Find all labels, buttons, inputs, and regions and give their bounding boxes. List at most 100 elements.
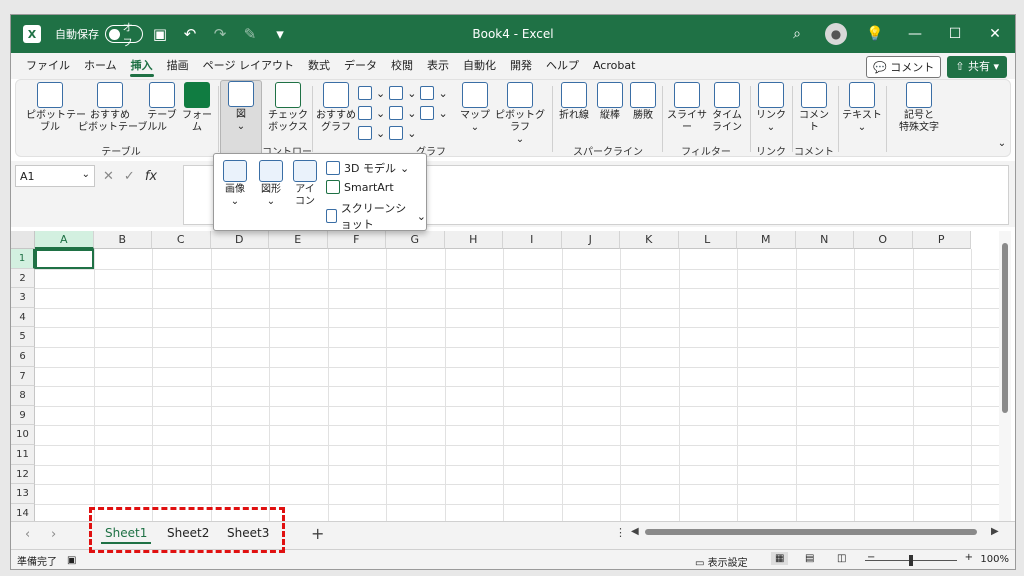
column-header[interactable]: C bbox=[152, 231, 211, 249]
link-button[interactable]: リンク ⌄ bbox=[754, 82, 788, 134]
chart-type-buttons-3[interactable]: ⌄ ⌄ bbox=[358, 126, 416, 140]
enter-icon[interactable]: ✓ bbox=[124, 169, 135, 184]
tab-11[interactable]: ヘルプ bbox=[539, 53, 586, 79]
scrollbar-thumb[interactable] bbox=[1002, 243, 1008, 413]
add-sheet-icon[interactable]: + bbox=[311, 524, 324, 543]
horizontal-scrollbar-thumb[interactable] bbox=[645, 529, 977, 535]
table-button[interactable]: テーブル bbox=[144, 82, 180, 134]
shapes-button[interactable]: 図形 ⌄ bbox=[256, 160, 286, 208]
recommended-pivot-button[interactable]: おすすめ ピボットテーブル bbox=[78, 82, 157, 134]
row-header[interactable]: 8 bbox=[11, 386, 35, 406]
chart-type-buttons[interactable]: ⌄ ⌄ ⌄ bbox=[358, 86, 448, 100]
tab-1[interactable]: ホーム bbox=[77, 53, 124, 79]
column-header[interactable]: O bbox=[854, 231, 913, 249]
tab-0[interactable]: ファイル bbox=[19, 53, 77, 79]
column-header[interactable]: P bbox=[912, 231, 971, 249]
column-header[interactable]: E bbox=[269, 231, 328, 249]
zoom-out-icon[interactable]: − bbox=[867, 552, 875, 563]
save-icon[interactable]: ▣ bbox=[147, 21, 173, 47]
image-button[interactable]: 画像 ⌄ bbox=[220, 160, 250, 208]
select-all-corner[interactable] bbox=[11, 231, 35, 249]
forms-button[interactable]: フォー ム bbox=[180, 82, 214, 134]
macro-record-icon[interactable]: ▣ bbox=[67, 555, 76, 566]
row-header[interactable]: 9 bbox=[11, 405, 35, 426]
column-header[interactable]: H bbox=[444, 231, 503, 249]
column-header[interactable]: M bbox=[737, 231, 796, 249]
tab-4[interactable]: ページ レイアウト bbox=[196, 53, 301, 79]
slicer-button[interactable]: スライサー bbox=[666, 82, 708, 134]
prev-sheet-icon[interactable]: ‹ bbox=[25, 527, 30, 542]
column-header[interactable]: K bbox=[620, 231, 679, 249]
pivot-table-button[interactable]: ピボットテー ブル bbox=[26, 82, 86, 134]
selected-cell[interactable] bbox=[35, 249, 94, 269]
zoom-slider-knob[interactable] bbox=[909, 555, 913, 566]
minimize-button[interactable]: — bbox=[895, 15, 935, 53]
checkbox-button[interactable]: チェック ボックス bbox=[266, 82, 310, 134]
row-header[interactable]: 7 bbox=[11, 366, 35, 387]
zoom-in-icon[interactable]: + bbox=[965, 552, 973, 563]
column-header[interactable]: N bbox=[795, 231, 854, 249]
avatar[interactable]: ● bbox=[825, 23, 847, 45]
column-header[interactable]: A bbox=[35, 231, 94, 249]
tab-7[interactable]: 校閲 bbox=[384, 53, 420, 79]
redo-icon[interactable]: ↷ bbox=[207, 21, 233, 47]
tab-6[interactable]: データ bbox=[337, 53, 384, 79]
zoom-level[interactable]: 100% bbox=[980, 554, 1009, 565]
next-sheet-icon[interactable]: › bbox=[51, 527, 56, 542]
tab-9[interactable]: 自動化 bbox=[456, 53, 503, 79]
3d-model-button[interactable]: 3D モデル ⌄ bbox=[326, 160, 409, 176]
row-header[interactable]: 4 bbox=[11, 307, 35, 328]
column-header[interactable]: G bbox=[386, 231, 445, 249]
row-header[interactable]: 11 bbox=[11, 445, 35, 465]
row-header[interactable]: 10 bbox=[11, 425, 35, 445]
comment-insert-button[interactable]: コメント bbox=[796, 82, 832, 134]
column-header[interactable]: I bbox=[503, 231, 562, 249]
tab-3[interactable]: 描画 bbox=[160, 53, 196, 79]
column-header[interactable]: B bbox=[93, 231, 152, 249]
row-header[interactable]: 1 bbox=[11, 249, 35, 269]
more-options-icon[interactable]: ⋮ bbox=[615, 526, 626, 539]
sparkline-winloss-button[interactable]: 勝敗 bbox=[628, 82, 658, 122]
comment-button[interactable]: 💬 コメント bbox=[866, 56, 942, 78]
column-header[interactable]: D bbox=[210, 231, 269, 249]
recommended-charts-button[interactable]: おすすめ グラフ bbox=[316, 82, 356, 134]
search-icon[interactable]: ⌕ bbox=[777, 15, 817, 53]
display-settings-button[interactable]: ▭ 表示設定 bbox=[695, 554, 748, 569]
page-break-view-icon[interactable]: ◫ bbox=[837, 553, 846, 564]
smartart-button[interactable]: SmartArt bbox=[326, 180, 394, 194]
column-header[interactable]: L bbox=[678, 231, 737, 249]
share-button[interactable]: ⇧ 共有 ▾ bbox=[947, 56, 1007, 78]
row-header[interactable]: 3 bbox=[11, 288, 35, 308]
column-header[interactable]: F bbox=[327, 231, 386, 249]
lightbulb-icon[interactable]: 💡 bbox=[855, 15, 895, 53]
row-header[interactable]: 14 bbox=[11, 503, 35, 521]
icons-button[interactable]: アイ コン bbox=[290, 160, 320, 208]
spreadsheet-grid[interactable]: A B C D E F G H I J K L M N O P 1 2 3 4 5 6 7 8 9 10 11 12 13 14 bbox=[11, 231, 1001, 521]
vertical-scrollbar[interactable] bbox=[999, 231, 1011, 521]
format-painter-icon[interactable]: ✎ bbox=[237, 21, 263, 47]
pivot-chart-button[interactable]: ピボットグラフ ⌄ bbox=[492, 82, 548, 146]
page-layout-view-icon[interactable]: ▤ bbox=[805, 553, 814, 564]
sparkline-column-button[interactable]: 縦棒 bbox=[594, 82, 626, 122]
tab-8[interactable]: 表示 bbox=[420, 53, 456, 79]
tab-10[interactable]: 開発 bbox=[503, 53, 539, 79]
close-button[interactable]: ✕ bbox=[975, 15, 1015, 53]
maximize-button[interactable]: ☐ bbox=[935, 15, 975, 53]
row-header[interactable]: 2 bbox=[11, 268, 35, 289]
cancel-icon[interactable]: ✕ bbox=[103, 169, 114, 184]
row-header[interactable]: 5 bbox=[11, 327, 35, 347]
autosave-toggle[interactable]: オフ bbox=[105, 23, 143, 49]
row-header[interactable]: 13 bbox=[11, 484, 35, 504]
timeline-button[interactable]: タイム ライン bbox=[710, 82, 744, 134]
symbols-button[interactable]: 記号と 特殊文字 bbox=[890, 82, 948, 134]
tab-2[interactable]: 挿入 bbox=[124, 53, 160, 79]
normal-view-icon[interactable]: ▦ bbox=[771, 552, 789, 565]
column-header[interactable]: J bbox=[561, 231, 620, 249]
figure-button[interactable]: 図 ⌄ bbox=[220, 80, 262, 156]
customize-qat-icon[interactable]: ▾ bbox=[267, 21, 293, 47]
ribbon-expand-icon[interactable]: ⌄ bbox=[994, 138, 1010, 150]
name-box[interactable]: A1 ⌄ bbox=[15, 165, 95, 187]
row-header[interactable]: 12 bbox=[11, 464, 35, 485]
sparkline-line-button[interactable]: 折れ線 bbox=[556, 82, 592, 122]
row-header[interactable]: 6 bbox=[11, 347, 35, 367]
